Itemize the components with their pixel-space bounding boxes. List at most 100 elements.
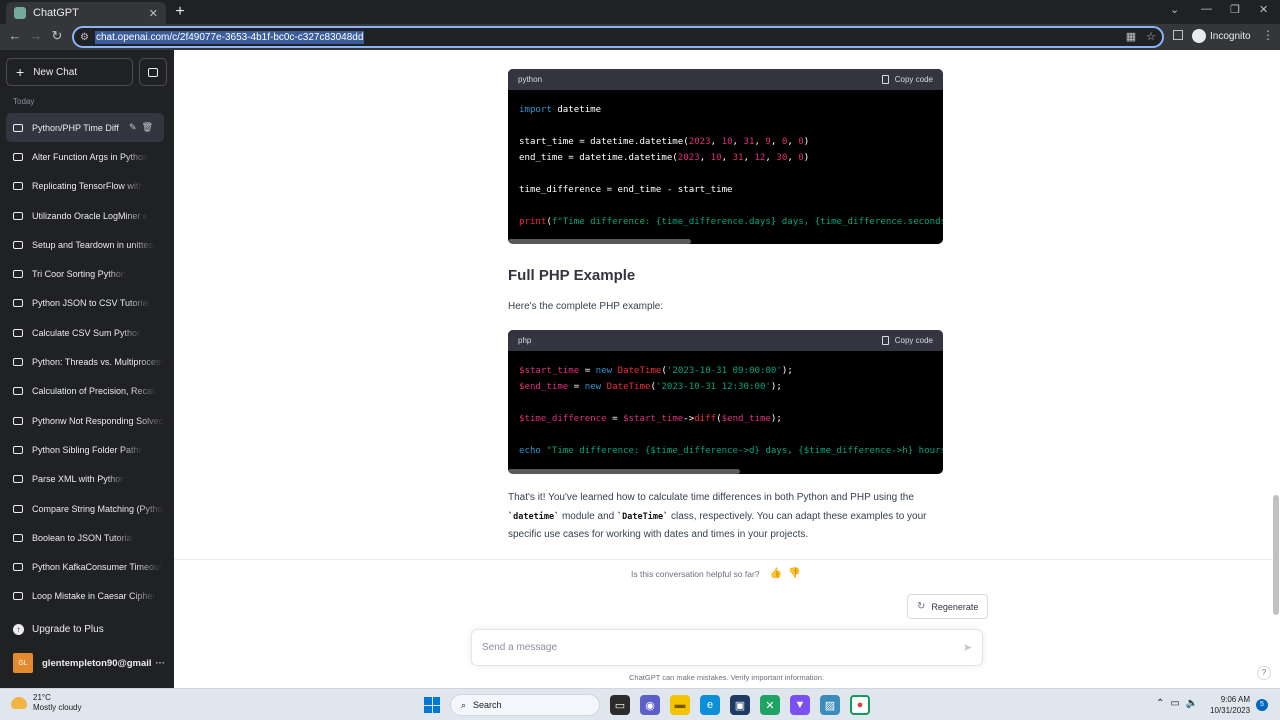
help-button[interactable]: ? bbox=[1257, 666, 1271, 680]
reload-icon[interactable]: ↻ bbox=[48, 28, 66, 44]
feedback-question: Is this conversation helpful so far? bbox=[631, 568, 760, 579]
chevron-up-icon[interactable]: ⌃ bbox=[1156, 698, 1170, 709]
chrome-icon[interactable]: ● bbox=[850, 695, 870, 715]
sidebar-toggle-button[interactable] bbox=[139, 58, 167, 86]
excel-icon[interactable]: ✕ bbox=[760, 695, 780, 715]
chat-history-item[interactable]: Alter Function Args in Python bbox=[6, 142, 164, 171]
task-view-icon[interactable]: ▭ bbox=[610, 695, 630, 715]
network-icon[interactable]: ▭ bbox=[1170, 698, 1185, 709]
new-chat-button[interactable]: + New Chat bbox=[6, 58, 133, 86]
chat-title: Pythonw Not Responding Solved bbox=[32, 415, 164, 426]
qr-code-icon[interactable]: ▦ bbox=[1126, 30, 1136, 43]
paragraph-text: That's it! You've learned how to calcula… bbox=[508, 492, 914, 503]
chat-title: Tri Coor Sorting Python bbox=[32, 269, 126, 280]
edit-pencil-icon[interactable]: ✎ bbox=[129, 122, 142, 132]
notification-badge[interactable]: 5 bbox=[1256, 699, 1268, 711]
user-menu[interactable]: GL glentempleton90@gmail ··· bbox=[13, 653, 171, 673]
url-text[interactable]: chat.openai.com/c/2f49077e-3653-4b1f-bc0… bbox=[94, 30, 365, 44]
photos-icon[interactable]: ▨ bbox=[820, 695, 840, 715]
system-tray[interactable]: ⌃▭🔈 bbox=[1156, 698, 1204, 709]
code-horizontal-scrollbar[interactable] bbox=[508, 239, 943, 244]
volume-icon[interactable]: 🔈 bbox=[1186, 698, 1204, 709]
chat-history-item[interactable]: Loop Mistake in Caesar Cipher bbox=[6, 582, 164, 611]
main-scrollbar[interactable] bbox=[1273, 50, 1279, 688]
code-block-header: php Copy code bbox=[508, 330, 943, 351]
copy-code-button[interactable]: Copy code bbox=[881, 75, 933, 84]
chat-history-item[interactable]: Parse XML with Python bbox=[6, 465, 164, 494]
site-info-icon[interactable]: ⚙ bbox=[80, 32, 89, 43]
browser-tab[interactable]: ChatGPT ✕ bbox=[6, 2, 166, 24]
trash-icon[interactable]: 🗑 bbox=[142, 122, 158, 132]
message-input[interactable] bbox=[482, 642, 963, 653]
chat-history-item[interactable]: Python/PHP Time Diff ✎🗑 bbox=[6, 113, 164, 143]
chat-history-item[interactable]: Setup and Teardown in unittest bbox=[6, 230, 164, 259]
forward-arrow-icon[interactable]: → bbox=[27, 28, 45, 43]
minimize-button[interactable]: — bbox=[1201, 3, 1212, 15]
taskbar-apps: ⌕ Search ▭ ◉ ▬ e ▣ ✕ ▼ ▨ ● bbox=[424, 694, 870, 716]
taskbar-search[interactable]: ⌕ Search bbox=[450, 694, 600, 716]
chat-history-item[interactable]: Calculation of Precision, Recall bbox=[6, 377, 164, 406]
browser-menu-icon[interactable]: ⋮ bbox=[1262, 28, 1274, 42]
back-arrow-icon[interactable]: ← bbox=[6, 28, 24, 43]
chat-bubble-icon bbox=[13, 328, 23, 337]
tab-close-icon[interactable]: ✕ bbox=[149, 7, 158, 20]
windows-start-icon[interactable] bbox=[424, 697, 440, 713]
new-tab-button[interactable]: + bbox=[172, 2, 188, 22]
chat-history-item[interactable]: Boolean to JSON Tutorial bbox=[6, 523, 164, 552]
code-language: php bbox=[518, 336, 532, 345]
chat-history-item[interactable]: Utilizando Oracle LogMiner e bbox=[6, 201, 164, 230]
chat-title: Replicating TensorFlow with bbox=[32, 181, 144, 192]
php-code: $start_time = new DateTime('2023-10-31 0… bbox=[519, 366, 943, 456]
weather-cloud-icon bbox=[11, 697, 27, 709]
closing-paragraph: That's it! You've learned how to calcula… bbox=[508, 489, 948, 545]
close-window-button[interactable]: ✕ bbox=[1259, 3, 1268, 16]
weather-widget[interactable]: 21°C Mostly cloudy bbox=[11, 693, 81, 713]
chat-title: Python: Threads vs. Multiprocessing bbox=[32, 357, 164, 368]
copy-code-button[interactable]: Copy code bbox=[881, 336, 933, 345]
weather-condition: Mostly cloudy bbox=[33, 703, 82, 712]
chat-history-item[interactable]: Python Sibling Folder Paths bbox=[6, 435, 164, 464]
chat-history-item[interactable]: Python JSON to CSV Tutorial bbox=[6, 289, 164, 318]
tab-search-icon[interactable]: ⌄ bbox=[1170, 3, 1179, 16]
incognito-indicator[interactable]: Incognito bbox=[1192, 29, 1251, 43]
code-horizontal-scrollbar[interactable] bbox=[508, 469, 943, 474]
file-explorer-icon[interactable]: ▬ bbox=[670, 695, 690, 715]
more-options-icon[interactable]: ··· bbox=[156, 658, 166, 669]
chatgpt-favicon-icon bbox=[14, 7, 26, 19]
chat-bubble-icon bbox=[13, 387, 23, 396]
chat-history-item[interactable]: Python: Threads vs. Multiprocessing bbox=[6, 347, 164, 376]
code-block-header: python Copy code bbox=[508, 69, 943, 90]
chat-history-item[interactable]: Pythonw Not Responding Solved bbox=[6, 406, 164, 435]
paragraph-text: module and bbox=[559, 510, 618, 522]
side-panel-icon[interactable] bbox=[1173, 30, 1183, 40]
chat-bubble-icon bbox=[13, 563, 23, 572]
chat-bubble-icon bbox=[13, 533, 23, 542]
thumbs-up-icon[interactable]: 👍 bbox=[770, 568, 788, 579]
address-bar[interactable]: ⚙ chat.openai.com/c/2f49077e-3653-4b1f-b… bbox=[72, 26, 1164, 48]
chat-history-item[interactable]: Calculate CSV Sum Python bbox=[6, 318, 164, 347]
tab-title: ChatGPT bbox=[33, 7, 79, 19]
taskbar-clock[interactable]: 9:06 AM 10/31/2023 bbox=[1210, 694, 1250, 716]
user-email: glentempleton90@gmail bbox=[42, 657, 152, 669]
chat-title: Boolean to JSON Tutorial bbox=[32, 532, 134, 543]
store-icon[interactable]: ▣ bbox=[730, 695, 750, 715]
chat-app-icon[interactable]: ◉ bbox=[640, 695, 660, 715]
avatar: GL bbox=[13, 653, 33, 673]
restore-button[interactable]: ❐ bbox=[1230, 3, 1240, 16]
send-icon[interactable]: ➤ bbox=[963, 641, 972, 654]
section-heading: Full PHP Example bbox=[508, 267, 636, 284]
chat-history-item[interactable]: Replicating TensorFlow with bbox=[6, 172, 164, 201]
thumbs-down-icon[interactable]: 👎 bbox=[788, 568, 806, 579]
php-code-block: php Copy code $start_time = new DateTime… bbox=[508, 330, 943, 474]
regenerate-button[interactable]: ↻ Regenerate bbox=[907, 594, 989, 619]
chat-history-item[interactable]: Python KafkaConsumer Timeout bbox=[6, 552, 164, 581]
inline-code: `datetime` bbox=[508, 511, 560, 522]
chat-title: Loop Mistake in Caesar Cipher bbox=[32, 591, 156, 602]
upgrade-to-plus-button[interactable]: ↑ Upgrade to Plus bbox=[13, 624, 104, 635]
chat-history-item[interactable]: Compare String Matching (Python) bbox=[6, 494, 164, 523]
app-icon[interactable]: ▼ bbox=[790, 695, 810, 715]
chat-bubble-icon bbox=[13, 240, 23, 249]
chat-history-item[interactable]: Tri Coor Sorting Python bbox=[6, 259, 164, 288]
edge-browser-icon[interactable]: e bbox=[700, 695, 720, 715]
bookmark-star-icon[interactable]: ☆ bbox=[1146, 30, 1156, 43]
